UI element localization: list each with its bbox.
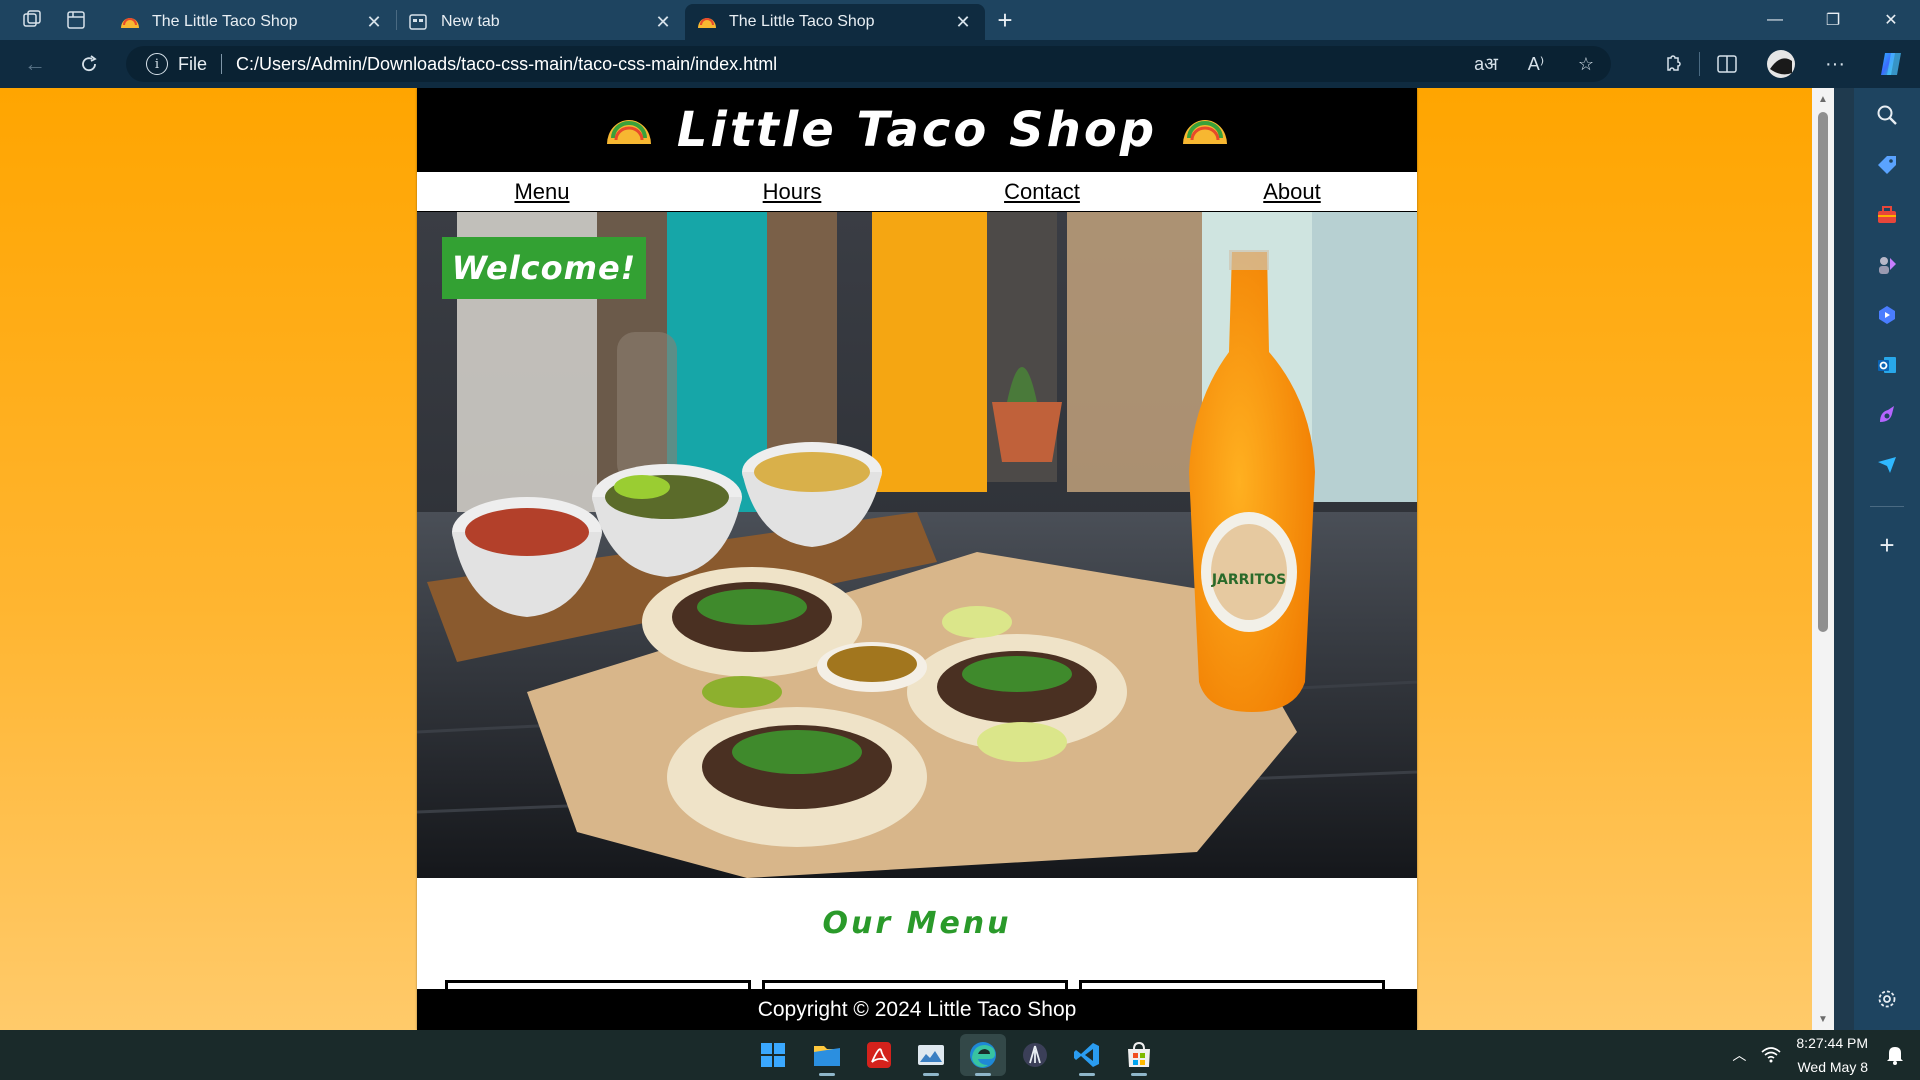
- tab-new-tab[interactable]: New tab ✕: [397, 4, 685, 40]
- system-tray: ︿ 8:27:44 PM Wed May 8: [1724, 1030, 1920, 1080]
- toolbox-icon[interactable]: [1868, 196, 1906, 234]
- newtab-icon: [409, 14, 429, 30]
- tab-strip: The Little Taco Shop ✕ New tab ✕ The Lit…: [0, 0, 1920, 40]
- scroll-down-icon[interactable]: ▼: [1812, 1010, 1834, 1028]
- favorite-star-icon[interactable]: ☆: [1561, 46, 1611, 82]
- tab-title: New tab: [441, 13, 500, 30]
- copilot-icon[interactable]: [1862, 40, 1920, 88]
- vscode-icon[interactable]: [1064, 1034, 1110, 1076]
- new-tab-button[interactable]: +: [985, 0, 1025, 40]
- tab-taco-shop-active[interactable]: The Little Taco Shop ✕: [685, 4, 985, 40]
- clock[interactable]: 8:27:44 PM Wed May 8: [1796, 1031, 1878, 1079]
- running-indicator: [819, 1073, 835, 1076]
- chevron-up-icon[interactable]: ︿: [1724, 1045, 1754, 1065]
- omnibox-actions: aअ A⁾ ☆: [1461, 46, 1611, 82]
- tab-taco-shop-1[interactable]: The Little Taco Shop ✕: [108, 4, 396, 40]
- site-header: Little Taco Shop: [417, 88, 1417, 172]
- close-window-icon[interactable]: ✕: [1862, 0, 1920, 40]
- profile-avatar-icon[interactable]: [1754, 40, 1808, 88]
- site-info-icon[interactable]: i: [146, 53, 168, 75]
- read-aloud-icon[interactable]: A⁾: [1511, 46, 1561, 82]
- search-icon[interactable]: [1868, 96, 1906, 134]
- scheme-label: File: [178, 53, 208, 74]
- clock-date: Wed May 8: [1797, 1059, 1868, 1075]
- photos-icon[interactable]: [908, 1034, 954, 1076]
- close-tab-icon[interactable]: ✕: [953, 12, 973, 33]
- tab-title: The Little Taco Shop: [152, 13, 298, 30]
- browser-toolbar: ← i File C:/Users/Admin/Downloads/taco-c…: [0, 40, 1920, 88]
- running-indicator: [923, 1073, 939, 1076]
- address-bar[interactable]: i File C:/Users/Admin/Downloads/taco-css…: [126, 46, 1611, 82]
- acrobat-icon[interactable]: [856, 1034, 902, 1076]
- minimize-icon[interactable]: —: [1746, 0, 1804, 40]
- site-nav: Menu Hours Contact About: [417, 172, 1417, 212]
- add-icon[interactable]: +: [1868, 526, 1906, 564]
- taco-icon: [606, 120, 651, 144]
- designer-icon[interactable]: [1868, 396, 1906, 434]
- more-options-icon[interactable]: ···: [1808, 40, 1862, 88]
- url-text[interactable]: C:/Users/Admin/Downloads/taco-css-main/t…: [236, 54, 777, 75]
- send-icon[interactable]: [1868, 446, 1906, 484]
- windows-taskbar: ︿ 8:27:44 PM Wed May 8: [0, 1030, 1920, 1080]
- extensions-icon[interactable]: [1645, 40, 1699, 88]
- site-title: Little Taco Shop: [676, 102, 1158, 158]
- workspaces-icon[interactable]: [12, 0, 52, 40]
- web-viewport: Little Taco Shop Menu Hours Contact Abou…: [0, 88, 1834, 1030]
- tacos-photo: JARRITOS: [417, 212, 1417, 878]
- scrollbar-thumb[interactable]: [1818, 112, 1828, 632]
- close-tab-icon[interactable]: ✕: [653, 12, 673, 33]
- page-container: Little Taco Shop Menu Hours Contact Abou…: [417, 88, 1417, 1030]
- settings-icon[interactable]: [1868, 980, 1906, 1018]
- bottle-label: JARRITOS: [1211, 572, 1286, 588]
- outlook-icon[interactable]: [1868, 346, 1906, 384]
- nav-link-hours[interactable]: Hours: [667, 172, 917, 211]
- store-icon[interactable]: [1116, 1034, 1162, 1076]
- running-indicator: [1131, 1073, 1147, 1076]
- copilot-play-icon[interactable]: [1868, 296, 1906, 334]
- window-controls: — ❐ ✕: [1746, 0, 1920, 40]
- edge-icon[interactable]: [960, 1034, 1006, 1076]
- vpn-icon[interactable]: [1012, 1034, 1058, 1076]
- restore-icon[interactable]: ❐: [1804, 0, 1862, 40]
- nav-link-contact[interactable]: Contact: [917, 172, 1167, 211]
- tab-actions-icon[interactable]: [56, 0, 96, 40]
- running-indicator: [975, 1073, 991, 1076]
- tab-title: The Little Taco Shop: [729, 13, 875, 30]
- refresh-icon[interactable]: [66, 41, 112, 87]
- menu-heading: Our Menu: [822, 906, 1012, 941]
- clock-time: 8:27:44 PM: [1796, 1035, 1868, 1051]
- games-icon[interactable]: [1868, 246, 1906, 284]
- sidebar-divider: [1870, 506, 1904, 507]
- nav-link-menu[interactable]: Menu: [417, 172, 667, 211]
- edge-sidebar: +: [1854, 88, 1920, 1030]
- translate-icon[interactable]: aअ: [1461, 46, 1511, 82]
- omnibox-divider: [221, 54, 223, 74]
- hero-image: JARRITOS Welcome!: [417, 212, 1417, 878]
- notification-bell-icon[interactable]: [1878, 1045, 1912, 1065]
- taco-icon: [697, 15, 717, 29]
- windows-start-icon[interactable]: [750, 1034, 796, 1076]
- wifi-icon[interactable]: [1754, 1047, 1788, 1063]
- welcome-badge: Welcome!: [442, 237, 646, 299]
- taco-icon: [1183, 120, 1228, 144]
- file-explorer-icon[interactable]: [804, 1034, 850, 1076]
- scroll-up-icon[interactable]: ▲: [1812, 90, 1834, 108]
- toolbar-right: ···: [1645, 40, 1920, 88]
- taco-icon: [120, 15, 140, 29]
- split-screen-icon[interactable]: [1700, 40, 1754, 88]
- tag-icon[interactable]: [1868, 146, 1906, 184]
- site-footer: Copyright © 2024 Little Taco Shop: [417, 989, 1417, 1030]
- page-scrollbar[interactable]: ▲ ▼: [1812, 88, 1834, 1030]
- running-indicator: [1079, 1073, 1095, 1076]
- back-icon[interactable]: ←: [12, 41, 58, 87]
- close-tab-icon[interactable]: ✕: [364, 12, 384, 33]
- nav-link-about[interactable]: About: [1167, 172, 1417, 211]
